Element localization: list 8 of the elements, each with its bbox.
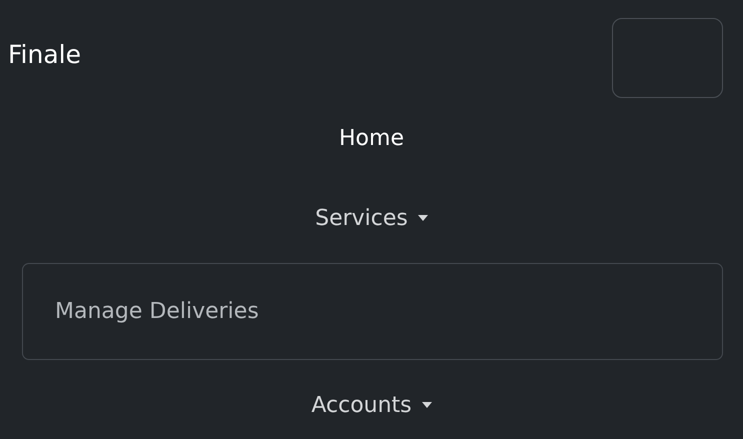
menu-toggle-button[interactable] (612, 18, 723, 98)
dropdown-item[interactable]: Manage Deliveries (23, 299, 722, 324)
caret-icon (422, 402, 432, 408)
nav-dropdown-toggle[interactable]: Services (0, 178, 743, 258)
brand-link[interactable]: Finale (8, 40, 81, 69)
nav-dropdown-toggle[interactable]: Accounts (0, 375, 743, 435)
caret-icon (418, 215, 428, 221)
nav-link[interactable]: Home (0, 98, 743, 178)
